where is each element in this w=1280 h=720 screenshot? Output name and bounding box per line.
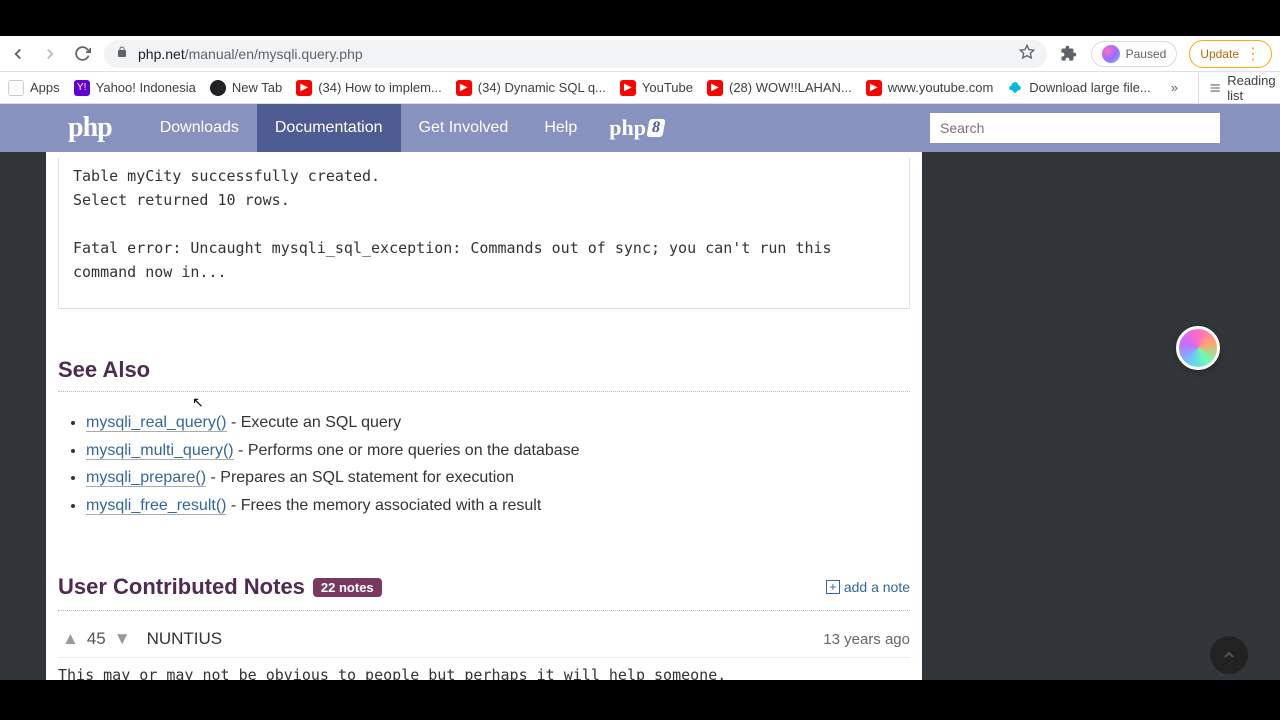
bookmark-newtab[interactable]: New Tab (210, 80, 282, 96)
youtube-icon: ▶ (456, 80, 472, 96)
youtube-icon: ▶ (620, 80, 636, 96)
note-age: 13 years ago (823, 631, 910, 648)
list-item: mysqli_multi_query() - Performs one or m… (86, 438, 910, 464)
back-button[interactable] (8, 44, 28, 64)
notes-header: User Contributed Notes 22 notes + add a … (58, 574, 910, 611)
list-item: mysqli_real_query() - Execute an SQL que… (86, 410, 910, 436)
url-text: php.net/manual/en/mysqli.query.php (138, 46, 363, 62)
update-button[interactable]: Update ⋮ (1189, 40, 1272, 68)
browser-toolbar: php.net/manual/en/mysqli.query.php Pause… (0, 36, 1280, 72)
profile-chip[interactable]: Paused (1091, 41, 1178, 67)
note-body: This may or may not be obvious to people… (58, 657, 910, 680)
nav-downloads[interactable]: Downloads (142, 104, 257, 152)
bookmarks-overflow[interactable]: » (1165, 80, 1184, 95)
link-mysqli-real-query[interactable]: mysqli_real_query() (86, 414, 227, 432)
add-note-link[interactable]: + add a note (826, 579, 910, 595)
youtube-icon: ▶ (296, 80, 312, 96)
bookmark-apps[interactable]: Apps (8, 80, 60, 96)
note-author: NUNTIUS (147, 629, 223, 649)
yahoo-icon: Y! (74, 80, 90, 96)
php8-logo[interactable]: php8 (609, 115, 664, 141)
page-viewport: php Downloads Documentation Get Involved… (0, 104, 1280, 680)
forward-button[interactable] (40, 44, 60, 64)
link-mysqli-free-result[interactable]: mysqli_free_result() (86, 497, 226, 515)
nav-help[interactable]: Help (526, 104, 595, 152)
globe-icon (210, 80, 226, 96)
list-item: mysqli_free_result() - Frees the memory … (86, 493, 910, 519)
bookmark-download[interactable]: Download large file... (1007, 80, 1150, 96)
right-sidebar (922, 152, 1280, 680)
example-output: Table myCity successfully created. Selec… (58, 158, 910, 309)
lock-icon (116, 46, 128, 61)
bookmarks-bar: Apps Y! Yahoo! Indonesia New Tab ▶ (34) … (0, 72, 1280, 104)
address-bar[interactable]: php.net/manual/en/mysqli.query.php (104, 40, 1047, 68)
list-item: mysqli_prepare() - Prepares an SQL state… (86, 465, 910, 491)
upvote-button[interactable]: ▲ (58, 629, 83, 649)
nav-documentation[interactable]: Documentation (257, 104, 401, 152)
php-nav-items: Downloads Documentation Get Involved Hel… (142, 104, 596, 152)
output-text: Table myCity successfully created. Selec… (59, 164, 909, 284)
reading-list-button[interactable]: Reading list (1198, 73, 1279, 103)
assistant-bubble[interactable] (1176, 326, 1220, 370)
plus-icon: + (826, 580, 840, 594)
notes-heading: User Contributed Notes (58, 574, 305, 600)
bookmark-yahoo[interactable]: Y! Yahoo! Indonesia (74, 80, 196, 96)
chevron-up-icon (1221, 647, 1237, 663)
main-content: Table myCity successfully created. Selec… (46, 152, 922, 680)
extensions-icon[interactable] (1059, 44, 1079, 64)
bookmark-yt5[interactable]: ▶ www.youtube.com (866, 80, 994, 96)
youtube-icon: ▶ (866, 80, 882, 96)
search-input[interactable] (930, 113, 1220, 143)
php-logo[interactable]: php (68, 112, 112, 144)
downvote-button[interactable]: ▼ (110, 629, 135, 649)
nav-get-involved[interactable]: Get Involved (401, 104, 527, 152)
scroll-top-button[interactable] (1210, 636, 1248, 674)
bookmark-yt2[interactable]: ▶ (34) Dynamic SQL q... (456, 80, 606, 96)
bookmark-star-icon[interactable] (1019, 44, 1035, 63)
link-mysqli-prepare[interactable]: mysqli_prepare() (86, 469, 206, 487)
see-also-heading: See Also (58, 357, 910, 392)
menu-icon[interactable]: ⋮ (1245, 44, 1261, 64)
youtube-icon: ▶ (707, 80, 723, 96)
vote-count: 45 (87, 629, 106, 649)
php-navbar: php Downloads Documentation Get Involved… (0, 104, 1280, 152)
bookmark-yt3[interactable]: ▶ YouTube (620, 80, 693, 96)
bookmark-yt4[interactable]: ▶ (28) WOW!!LAHAN... (707, 80, 852, 96)
reading-list-icon (1209, 80, 1221, 96)
notes-count-badge: 22 notes (313, 578, 382, 597)
apps-icon (8, 80, 24, 96)
avatar-icon (1102, 45, 1120, 63)
profile-status: Paused (1126, 47, 1167, 61)
cursor-icon: ↖ (192, 394, 204, 411)
download-icon (1007, 80, 1023, 96)
reload-button[interactable] (72, 44, 92, 64)
note-meta-row: ▲ 45 ▼ NUNTIUS 13 years ago (58, 629, 910, 649)
link-mysqli-multi-query[interactable]: mysqli_multi_query() (86, 442, 234, 460)
see-also-list: mysqli_real_query() - Execute an SQL que… (86, 410, 910, 518)
bookmark-yt1[interactable]: ▶ (34) How to implem... (296, 80, 442, 96)
